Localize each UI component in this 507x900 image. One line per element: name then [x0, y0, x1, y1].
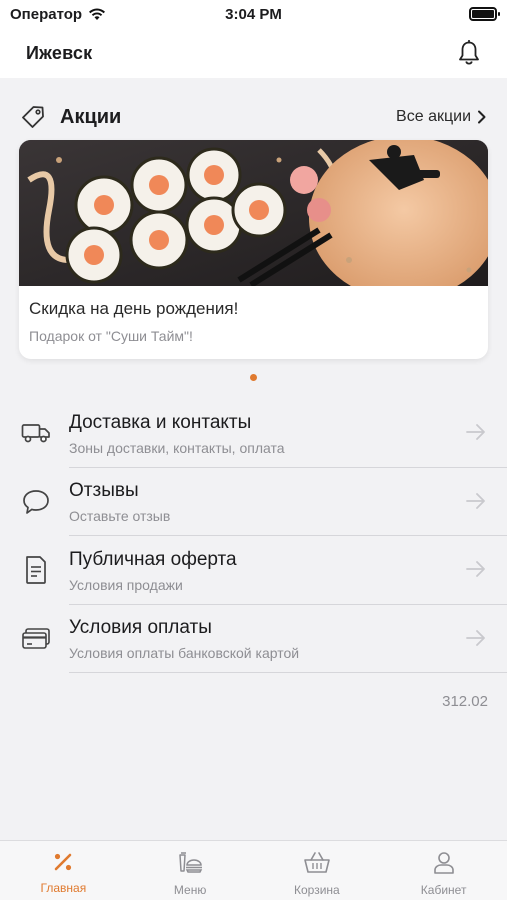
menu-item-delivery[interactable]: Доставка и контакты Зоны доставки, конта… [0, 399, 507, 468]
menu-item-subtitle: Оставьте отзыв [69, 508, 171, 525]
person-icon [433, 852, 454, 874]
promo-card[interactable]: Скидка на день рождения! Подарок от "Суш… [19, 140, 488, 359]
tab-cart[interactable]: Корзина [254, 841, 381, 900]
status-time: 3:04 PM [225, 5, 282, 23]
chevron-right-icon [478, 110, 486, 124]
menu-item-reviews[interactable]: Отзывы Оставьте отзыв [0, 468, 507, 536]
tab-home[interactable]: Главная [0, 841, 127, 900]
carousel-dot-active[interactable] [250, 373, 257, 381]
menu-item-subtitle: Условия оплаты банковской картой [69, 645, 300, 662]
menu-item-title: Условия оплаты [69, 617, 212, 639]
promo-text: Скидка на день рождения! Подарок от "Суш… [19, 286, 488, 357]
status-bar: Оператор 3:04 PM [0, 0, 507, 28]
menu-item-title: Публичная оферта [69, 548, 237, 570]
menu-item-title: Отзывы [69, 480, 139, 502]
promo-subtitle: Подарок от "Суши Тайм"! [29, 328, 193, 344]
city-selector[interactable]: Ижевск [26, 43, 92, 64]
promo-title: Скидка на день рождения! [29, 299, 239, 318]
all-promotions-label: Все акции [396, 108, 471, 125]
promotions-title: Акции [60, 105, 122, 128]
menu-item-payment-terms[interactable]: Условия оплаты Условия оплаты банковской… [0, 605, 507, 673]
app-version: 312.02 [442, 693, 488, 710]
tab-account[interactable]: Кабинет [380, 841, 507, 900]
promo-image [19, 140, 488, 286]
basket-icon [304, 852, 330, 873]
truck-icon [21, 424, 50, 443]
document-icon [26, 556, 46, 585]
tab-bar: Главная Меню Корзина Кабинет [0, 840, 507, 900]
tab-label: Главная [40, 881, 87, 895]
battery-icon [469, 7, 500, 21]
arrow-right-icon [466, 492, 485, 509]
tab-label: Меню [173, 883, 207, 897]
tab-menu[interactable]: Меню [127, 841, 254, 900]
promotions-title-group: Акции [20, 104, 121, 130]
menu-item-subtitle: Условия продажи [69, 576, 183, 593]
tab-label: Кабинет [420, 883, 467, 897]
tag-icon [22, 106, 44, 128]
speech-bubble-icon [23, 489, 49, 514]
arrow-right-icon [466, 561, 485, 577]
arrow-right-icon [466, 424, 485, 440]
top-bar: Ижевск [0, 28, 507, 78]
menu-item-subtitle: Зоны доставки, контакты, оплата [69, 439, 285, 456]
tab-label: Корзина [294, 883, 340, 897]
info-menu-list: Доставка и контакты Зоны доставки, конта… [0, 399, 507, 673]
menu-item-title: Доставка и контакты [69, 411, 252, 433]
promotions-header: Акции Все акции [0, 78, 507, 138]
credit-card-icon [22, 627, 50, 649]
bell-icon[interactable] [457, 40, 481, 66]
menu-item-public-offer[interactable]: Публичная оферта Условия продажи [0, 536, 507, 605]
arrow-right-icon [466, 629, 485, 646]
carousel-pager[interactable] [0, 359, 507, 395]
sushi-illustration [19, 140, 488, 286]
all-promotions-link[interactable]: Все акции [396, 108, 487, 126]
food-tray-icon [179, 852, 203, 873]
percent-icon [55, 853, 72, 871]
